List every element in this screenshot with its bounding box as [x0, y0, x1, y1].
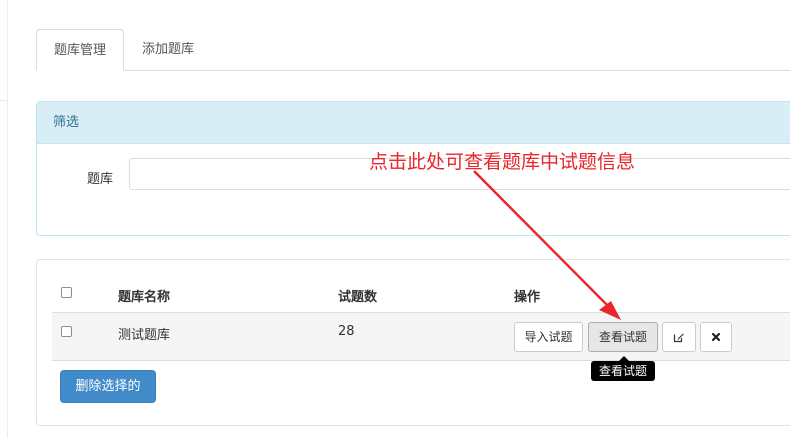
page-left-rule — [0, 0, 8, 438]
view-questions-tooltip: 查看试题 — [591, 361, 655, 381]
bank-filter-label: 题库 — [87, 172, 114, 187]
row-checkbox[interactable] — [61, 326, 72, 337]
import-questions-button[interactable]: 导入试题 — [514, 322, 583, 352]
tab-bar: 题库管理 添加题库 — [36, 29, 790, 71]
edit-button[interactable] — [662, 322, 696, 352]
filter-panel-title: 筛选 — [37, 102, 790, 144]
question-count-cell: 28 — [338, 324, 355, 339]
row-divider — [52, 360, 790, 361]
column-header-bank-name: 题库名称 — [118, 290, 171, 305]
select-all-checkbox[interactable] — [61, 287, 72, 298]
annotation-callout: 点击此处可查看题库中试题信息 — [369, 151, 636, 173]
column-header-actions: 操作 — [514, 290, 541, 305]
close-icon — [701, 331, 731, 343]
delete-button[interactable] — [700, 322, 732, 352]
edit-icon — [663, 331, 695, 343]
tab-bank-management[interactable]: 题库管理 — [36, 29, 124, 71]
bank-name-cell: 测试题库 — [118, 328, 171, 343]
column-header-question-count: 试题数 — [338, 290, 378, 305]
delete-selected-button[interactable]: 删除选择的 — [60, 370, 156, 403]
view-questions-button[interactable]: 查看试题 — [588, 322, 658, 352]
tab-add-bank[interactable]: 添加题库 — [142, 29, 194, 70]
